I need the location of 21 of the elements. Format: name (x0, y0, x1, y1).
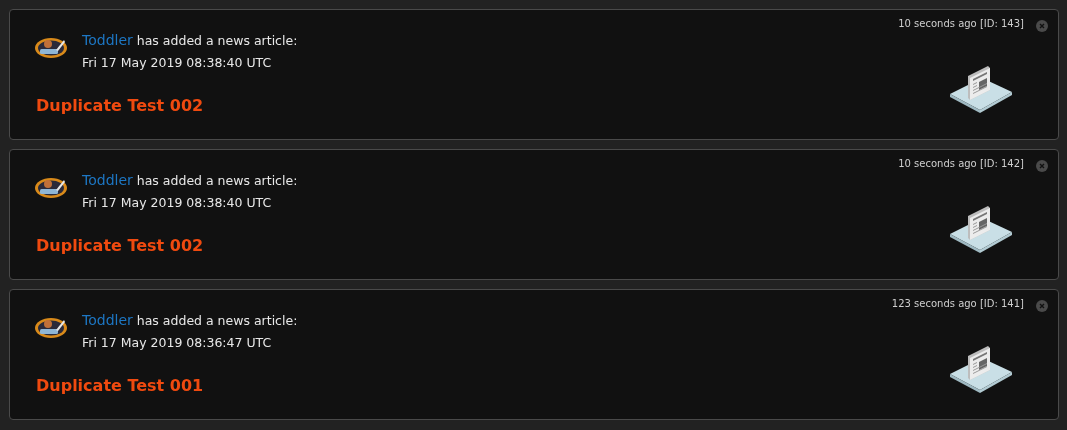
article-title: Duplicate Test 002 (36, 96, 205, 115)
action-text: has added a news article: (136, 313, 298, 328)
date-text: Fri 17 May 2019 08:36:47 UTC (82, 335, 273, 350)
avatar-icon (34, 176, 68, 200)
article-title: Duplicate Test 002 (36, 236, 205, 255)
close-button[interactable] (1036, 160, 1048, 172)
close-button[interactable] (1036, 300, 1048, 312)
action-text: has added a news article: (136, 173, 298, 188)
avatar-icon (34, 36, 68, 60)
timestamp-text: 123 seconds ago [ID: 141] (891, 298, 1024, 309)
timestamp-text: 10 seconds ago [ID: 143] (898, 18, 1024, 29)
date-text: Fri 17 May 2019 08:38:40 UTC (82, 195, 273, 210)
close-button[interactable] (1036, 20, 1048, 32)
user-link[interactable]: Toddler (82, 172, 133, 188)
date-text: Fri 17 May 2019 08:38:40 UTC (82, 55, 273, 70)
avatar-icon (34, 316, 68, 340)
article-title: Duplicate Test 001 (36, 376, 205, 395)
user-link[interactable]: Toddler (82, 312, 133, 328)
timestamp-text: 10 seconds ago [ID: 142] (898, 158, 1024, 169)
user-link[interactable]: Toddler (82, 32, 133, 48)
action-text: has added a news article: (136, 33, 298, 48)
